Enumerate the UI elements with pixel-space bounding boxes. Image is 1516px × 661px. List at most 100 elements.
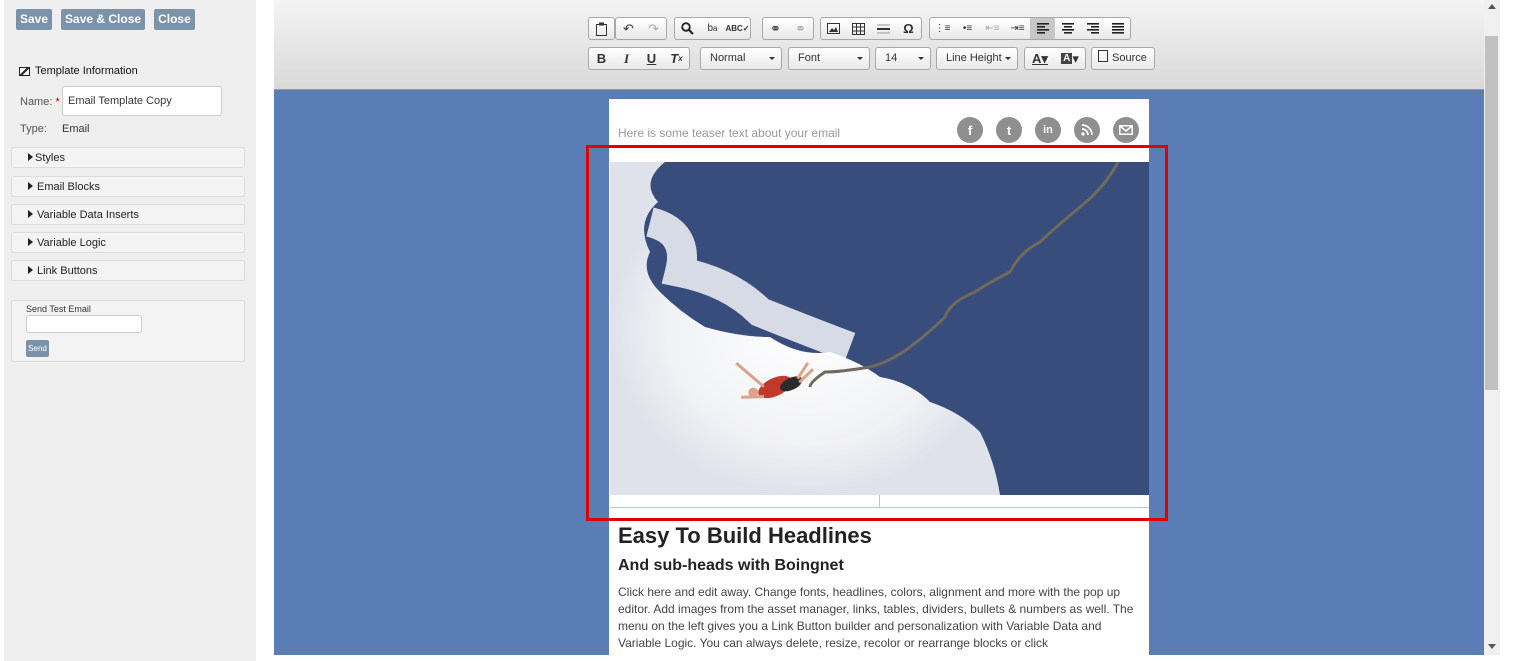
outdent-icon[interactable]: ⇤≡ [980,18,1005,39]
type-label: Type: [20,123,47,135]
body-text[interactable]: Click here and edit away. Change fonts, … [618,584,1140,652]
underline-icon[interactable]: U [639,48,664,69]
block-divider [610,507,1149,508]
headline[interactable]: Easy To Build Headlines [618,523,872,549]
teaser-text[interactable]: Here is some teaser text about your emai… [618,126,840,140]
link-icon[interactable]: ⚭ [763,18,788,39]
accordion-styles[interactable]: Styles [11,147,245,168]
insert-group: Ω [820,17,922,40]
dropdown-arrow-icon [918,57,924,60]
redo-icon[interactable]: ↷ [641,18,666,39]
tumblr-icon[interactable]: t [996,117,1022,143]
dropdown-arrow-icon [857,57,863,60]
font-value: Font [798,52,821,64]
font-dropdown[interactable]: Font [788,47,870,70]
format-value: Normal [710,52,746,64]
accordion-variable-logic[interactable]: Variable Logic [11,232,245,253]
image-insert-icon[interactable] [821,18,846,39]
action-buttons: Save Save & Close Close [16,9,195,30]
line-height-value: Line Height [946,52,1002,64]
type-value: Email [62,123,90,135]
unlink-icon[interactable]: ⚭ [788,18,813,39]
clear-format-icon[interactable]: Tx [664,48,689,69]
scroll-down-icon[interactable] [1488,644,1496,649]
align-center-icon[interactable] [1055,18,1080,39]
test-email-input[interactable] [26,315,142,333]
accordion-label: Email Blocks [37,181,100,193]
color-group: A▾ A ▾ [1024,47,1086,70]
spellcheck-icon[interactable]: ABC✓ [725,18,750,39]
table-icon[interactable] [846,18,871,39]
undo-redo-group: ↶ ↷ [615,17,667,40]
save-button[interactable]: Save [16,9,53,30]
font-size-value: 14 [885,52,898,64]
link-group: ⚭ ⚭ [762,17,814,40]
background-color-icon[interactable]: A ▾ [1055,48,1085,69]
close-button[interactable]: Close [154,9,195,30]
template-info-heading: Template Information [19,65,138,77]
source-button[interactable]: Source [1091,47,1155,70]
find-icon[interactable] [675,18,700,39]
caret-right-icon [28,182,33,190]
align-right-icon[interactable] [1080,18,1105,39]
accordion-email-blocks[interactable]: Email Blocks [11,176,245,197]
name-label: Name: * [20,96,60,108]
list-align-group: ⋮≡ •≡ ⇤≡ ⇥≡ [929,17,1131,40]
accordion-label: Link Buttons [37,265,98,277]
indent-icon[interactable]: ⇥≡ [1005,18,1030,39]
bullet-list-icon[interactable]: •≡ [955,18,980,39]
dropdown-arrow-icon [769,57,775,60]
template-info-title: Template Information [35,65,138,77]
caret-right-icon [28,210,33,218]
facebook-icon[interactable]: f [957,117,983,143]
accordion-variable-data-inserts[interactable]: Variable Data Inserts [11,204,245,225]
editor-canvas: ↶ ↷ ba ABC✓ ⚭ ⚭ Ω ⋮≡ •≡ ⇤≡ ⇥≡ B I U T x … [274,0,1484,655]
line-height-dropdown[interactable]: Line Height [936,47,1018,70]
source-label: Source [1112,52,1147,64]
paste-icon[interactable] [589,18,614,39]
align-justify-icon[interactable] [1105,18,1130,39]
scrollbar-thumb[interactable] [1485,36,1498,390]
accordion-label: Variable Logic [37,237,106,249]
numbered-list-icon[interactable]: ⋮≡ [930,18,955,39]
text-style-group: B I U Tx [588,47,690,70]
replace-icon[interactable]: ba [700,18,725,39]
linkedin-icon[interactable]: in [1035,117,1061,143]
special-char-icon[interactable]: Ω [896,18,921,39]
font-size-dropdown[interactable]: 14 [875,47,931,70]
accordion-label: Variable Data Inserts [37,209,139,221]
caret-right-icon [28,266,33,274]
find-group: ba ABC✓ [674,17,751,40]
hero-image-bungee-jumper[interactable] [610,162,1149,495]
text-color-icon[interactable]: A▾ [1025,48,1055,69]
bold-icon[interactable]: B [589,48,614,69]
undo-icon[interactable]: ↶ [616,18,641,39]
italic-icon[interactable]: I [614,48,639,69]
caret-right-icon [28,238,33,246]
send-test-email-label: Send Test Email [26,304,91,314]
required-mark: * [55,96,60,108]
subheadline[interactable]: And sub-heads with Boingnet [618,557,844,575]
image-icon [19,66,30,76]
template-name-input[interactable] [62,86,222,116]
horizontal-rule-icon[interactable] [871,18,896,39]
save-close-button[interactable]: Save & Close [61,9,146,30]
clipboard-group [588,17,615,40]
editor-toolbar: ↶ ↷ ba ABC✓ ⚭ ⚭ Ω ⋮≡ •≡ ⇤≡ ⇥≡ B I U T x … [274,0,1484,90]
align-left-icon[interactable] [1030,18,1055,39]
column-divider [879,495,880,507]
scroll-up-icon[interactable] [1488,4,1496,9]
email-icon[interactable] [1113,117,1139,143]
name-label-text: Name: [20,96,53,108]
send-button[interactable]: Send [26,340,49,357]
format-dropdown[interactable]: Normal [700,47,782,70]
accordion-label: Styles [35,152,65,164]
rss-icon[interactable] [1074,117,1100,143]
source-icon [1098,50,1108,62]
page-scrollbar[interactable] [1484,0,1500,655]
hero-image-graphic [610,162,1149,495]
email-template: Here is some teaser text about your emai… [609,99,1149,655]
left-sidebar: Save Save & Close Close Template Informa… [4,0,256,661]
send-test-email-panel: Send Test Email Send [11,300,245,362]
accordion-link-buttons[interactable]: Link Buttons [11,260,245,281]
